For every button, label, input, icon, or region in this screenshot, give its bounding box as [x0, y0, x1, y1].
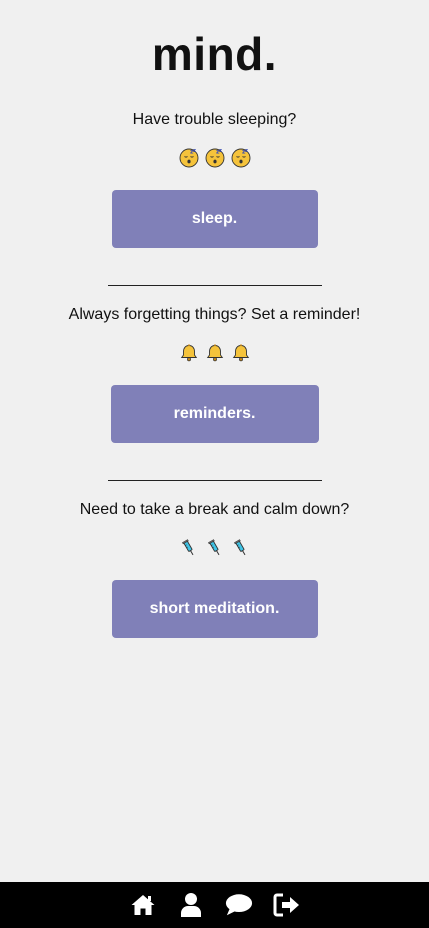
divider — [108, 285, 322, 286]
reminders-section: Always forgetting things? Set a reminder… — [0, 305, 429, 443]
syringe-icon — [205, 538, 225, 558]
bell-icon — [179, 343, 199, 363]
sleeping-face-icon: zz — [205, 148, 225, 168]
bottom-nav-bar — [0, 882, 429, 928]
reminders-emoji-row — [0, 343, 429, 363]
syringe-icon — [179, 538, 199, 558]
meditation-emoji-row — [0, 538, 429, 558]
user-icon[interactable] — [177, 891, 205, 919]
sleep-prompt: Have trouble sleeping? — [132, 111, 297, 128]
short-meditation-button[interactable]: short meditation. — [111, 580, 318, 638]
sleep-button[interactable]: sleep. — [111, 190, 318, 248]
reminders-prompt: Always forgetting things? Set a reminder… — [68, 306, 361, 323]
bell-icon — [231, 343, 251, 363]
home-icon[interactable] — [129, 891, 157, 919]
divider — [108, 480, 322, 481]
svg-text:z: z — [219, 148, 222, 154]
logout-icon[interactable] — [273, 891, 301, 919]
meditation-section: Need to take a break and calm down? shor… — [0, 500, 429, 638]
bell-icon — [205, 343, 225, 363]
sleep-section: Have trouble sleeping? zz zz zz sleep. — [0, 110, 429, 248]
svg-text:z: z — [245, 148, 248, 154]
meditation-prompt: Need to take a break and calm down? — [79, 501, 350, 518]
app-title: mind. — [151, 28, 278, 80]
sleeping-face-icon: zz — [231, 148, 251, 168]
svg-text:z: z — [193, 148, 196, 154]
sleep-emoji-row: zz zz zz — [0, 148, 429, 168]
chat-icon[interactable] — [225, 891, 253, 919]
reminders-button[interactable]: reminders. — [110, 385, 319, 443]
page: mind. Have trouble sleeping? zz zz zz sl… — [0, 0, 429, 928]
sleeping-face-icon: zz — [179, 148, 199, 168]
syringe-icon — [231, 538, 251, 558]
